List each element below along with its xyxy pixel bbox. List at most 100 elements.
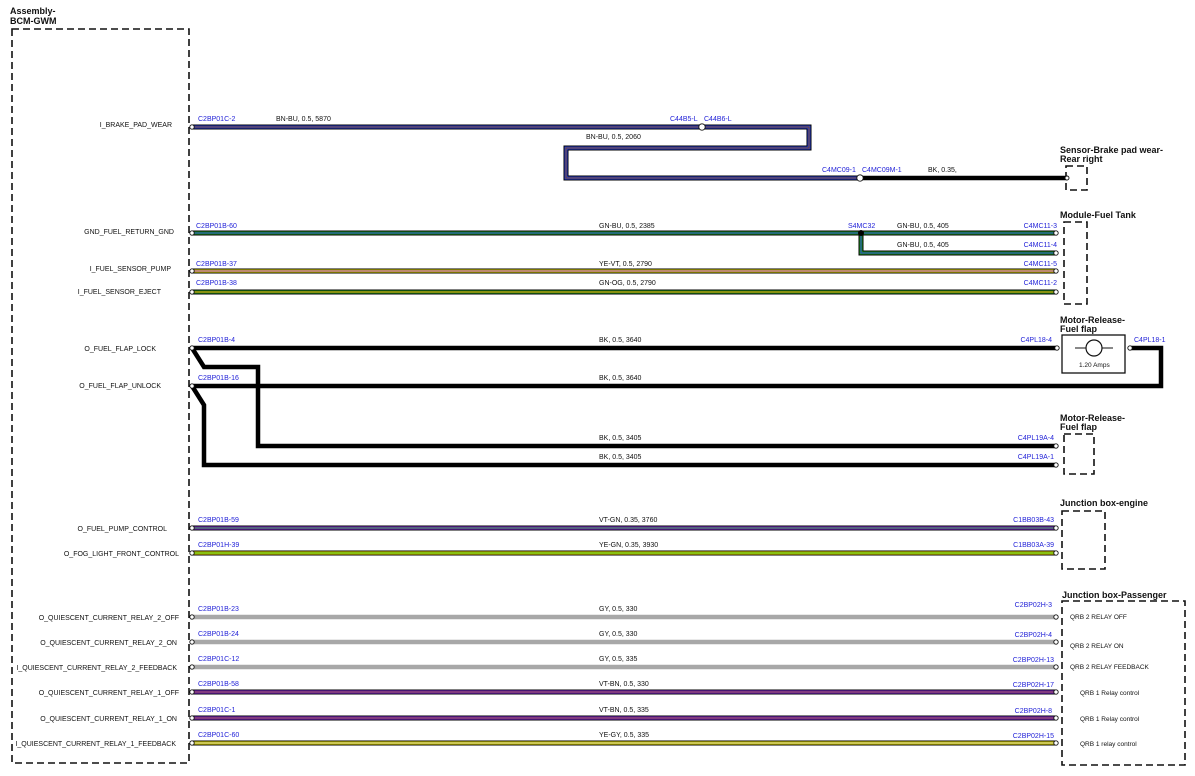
connector-label: C2BP01C-12 bbox=[198, 656, 239, 663]
jbp-pin-label: QRB 2 RELAY FEEDBACK bbox=[1070, 664, 1150, 671]
wire-spec: BK, 0.35, bbox=[928, 167, 957, 174]
connector-label: C4MC11-4 bbox=[1024, 242, 1057, 249]
connector-label: C2BP02H-13 bbox=[1013, 657, 1054, 664]
motor-icon bbox=[1085, 339, 1103, 357]
connector-label: C2BP01B-59 bbox=[198, 517, 239, 524]
junction-box-passenger: Junction box-Passenger QRB 2 RELAY OFF Q… bbox=[1061, 590, 1186, 766]
wire-spec: GN-OG, 0.5, 2790 bbox=[599, 280, 656, 287]
signal-label: I_QUIESCENT_CURRENT_RELAY_2_FEEDBACK bbox=[16, 665, 177, 672]
signal-label: O_QUIESCENT_CURRENT_RELAY_2_OFF bbox=[39, 615, 179, 622]
wire-spec: BN-BU, 0.5, 2060 bbox=[586, 134, 641, 141]
connector-label: C2BP01B-23 bbox=[198, 606, 239, 613]
connector-label: C2BP01B-38 bbox=[196, 280, 237, 287]
wire-spec: BK, 0.5, 3405 bbox=[599, 454, 642, 461]
flap-motor-2-outline bbox=[1063, 433, 1095, 475]
connector-label: C2BP01B-16 bbox=[198, 375, 239, 382]
jbp-pin-label: QRB 2 RELAY OFF bbox=[1070, 614, 1127, 621]
connector-labels: C2BP01C-2 C44B5-L C44B6-L C4MC09-1 C4MC0… bbox=[196, 116, 1166, 740]
signal-label: I_FUEL_SENSOR_EJECT bbox=[78, 289, 162, 296]
connector-label: C2BP01C-1 bbox=[198, 707, 235, 714]
signal-label: I_QUIESCENT_CURRENT_RELAY_1_FEEDBACK bbox=[15, 741, 176, 748]
signal-label: O_FUEL_FLAP_LOCK bbox=[84, 346, 156, 353]
connector-label: C2BP01B-4 bbox=[198, 337, 235, 344]
junction-box-engine: Junction box-engine bbox=[1060, 498, 1148, 570]
brake-sensor: Sensor-Brake pad wear- Rear right bbox=[1060, 145, 1163, 191]
fuel-tank-outline bbox=[1063, 221, 1088, 305]
wire-spec: GY, 0.5, 335 bbox=[599, 656, 638, 663]
wire-spec: GN-BU, 0.5, 405 bbox=[897, 242, 949, 249]
connector-pins bbox=[189, 124, 1133, 746]
connector-label: C4MC09-1 bbox=[822, 167, 856, 174]
flap-motor-1-current: 1.20 Amps bbox=[1079, 362, 1110, 369]
connector-label: C4MC11-2 bbox=[1024, 280, 1057, 287]
wire-spec: YE-GY, 0.5, 335 bbox=[599, 732, 649, 739]
connector-label: C2BP01B-58 bbox=[198, 681, 239, 688]
bcm-title-line1: Assembly- bbox=[10, 6, 56, 16]
connector-label: C2BP01C-2 bbox=[198, 116, 235, 123]
jb-engine-title: Junction box-engine bbox=[1060, 498, 1148, 508]
connector-label: C1BB03B-43 bbox=[1013, 517, 1054, 524]
signal-label: I_FUEL_SENSOR_PUMP bbox=[90, 266, 172, 273]
jbp-pin-label: QRB 2 RELAY ON bbox=[1070, 643, 1124, 650]
jb-passenger-title: Junction box-Passenger bbox=[1062, 590, 1167, 600]
wire-spec: GN-BU, 0.5, 405 bbox=[897, 223, 949, 230]
brake-sensor-title-line2: Rear right bbox=[1060, 154, 1103, 164]
connector-label: C2BP01B-60 bbox=[196, 223, 237, 230]
jb-engine-outline bbox=[1061, 510, 1106, 570]
signal-label: O_FUEL_PUMP_CONTROL bbox=[78, 526, 168, 533]
wire-spec-labels: BN-BU, 0.5, 5870 BN-BU, 0.5, 2060 BK, 0.… bbox=[276, 116, 957, 739]
wire-spec: BK, 0.5, 3640 bbox=[599, 375, 642, 382]
jbp-pin-label: QRB 1 Relay control bbox=[1080, 690, 1140, 697]
bcm-title-line2: BCM-GWM bbox=[10, 16, 57, 26]
flap-motor-2-title-line2: Fuel flap bbox=[1060, 422, 1098, 432]
wire-spec: GN-BU, 0.5, 2385 bbox=[599, 223, 655, 230]
connector-label: C2BP01H-39 bbox=[198, 542, 239, 549]
connector-label: C4PL19A-1 bbox=[1018, 454, 1054, 461]
connector-label: C2BP01C-60 bbox=[198, 732, 239, 739]
fuel-flap-motor-1: Motor-Release- Fuel flap 1.20 Amps bbox=[1060, 315, 1126, 374]
connector-label: C2BP02H-3 bbox=[1015, 602, 1052, 609]
connector-label: C1BB03A-39 bbox=[1013, 542, 1054, 549]
connector-label: C4MC11-5 bbox=[1024, 261, 1057, 268]
signal-label: O_QUIESCENT_CURRENT_RELAY_2_ON bbox=[40, 640, 177, 647]
signal-label: GND_FUEL_RETURN_GND bbox=[84, 229, 174, 236]
wire-spec: YE-GN, 0.35, 3930 bbox=[599, 542, 658, 549]
splice-dot bbox=[858, 230, 864, 236]
connector-label: C4PL19A-4 bbox=[1018, 435, 1054, 442]
bcm-outline bbox=[11, 28, 190, 764]
connector-label: C2BP01B-37 bbox=[196, 261, 237, 268]
connector-label: C2BP02H-17 bbox=[1013, 682, 1054, 689]
flap-motor-1-title-line2: Fuel flap bbox=[1060, 324, 1098, 334]
fuel-tank-title: Module-Fuel Tank bbox=[1060, 210, 1137, 220]
connector-label: S4MC32 bbox=[848, 223, 875, 230]
wire-spec: YE-VT, 0.5, 2790 bbox=[599, 261, 652, 268]
connector-label: C44B6-L bbox=[704, 116, 732, 123]
wire-spec: VT-BN, 0.5, 335 bbox=[599, 707, 649, 714]
wiring-diagram: Assembly- BCM-GWM Sensor-Brake pad wear-… bbox=[10, 6, 1186, 766]
wire-spec: VT-GN, 0.35, 3760 bbox=[599, 517, 657, 524]
connector-label: C4PL18-4 bbox=[1020, 337, 1052, 344]
connector-label: C4MC09M-1 bbox=[862, 167, 902, 174]
connector-label: C4PL18-1 bbox=[1134, 337, 1166, 344]
connector-label: C2BP02H-15 bbox=[1013, 733, 1054, 740]
wire-spec: VT-BN, 0.5, 330 bbox=[599, 681, 649, 688]
fuel-flap-motor-2: Motor-Release- Fuel flap bbox=[1060, 413, 1125, 475]
wire-fuel-flap bbox=[190, 345, 1164, 468]
connector-label: C2BP02H-4 bbox=[1015, 632, 1052, 639]
fuel-tank-module: Module-Fuel Tank bbox=[1060, 210, 1137, 305]
connector-label: C2BP02H-8 bbox=[1015, 708, 1052, 715]
wire-spec: GY, 0.5, 330 bbox=[599, 606, 638, 613]
signal-labels: I_BRAKE_PAD_WEAR GND_FUEL_RETURN_GND I_F… bbox=[15, 122, 179, 748]
wire-spec: BN-BU, 0.5, 5870 bbox=[276, 116, 331, 123]
connector-label: C4MC11-3 bbox=[1024, 223, 1057, 230]
jbp-pin-label: QRB 1 Relay control bbox=[1080, 716, 1140, 723]
signal-label: O_QUIESCENT_CURRENT_RELAY_1_OFF bbox=[39, 690, 179, 697]
connector-label: C2BP01B-24 bbox=[198, 631, 239, 638]
connector-label: C44B5-L bbox=[670, 116, 698, 123]
signal-label: O_FOG_LIGHT_FRONT_CONTROL bbox=[64, 551, 179, 558]
signal-label: O_QUIESCENT_CURRENT_RELAY_1_ON bbox=[40, 716, 177, 723]
wire-spec: BK, 0.5, 3640 bbox=[599, 337, 642, 344]
wire-spec: GY, 0.5, 330 bbox=[599, 631, 638, 638]
signal-label: O_FUEL_FLAP_UNLOCK bbox=[79, 383, 161, 390]
signal-label: I_BRAKE_PAD_WEAR bbox=[100, 122, 172, 129]
